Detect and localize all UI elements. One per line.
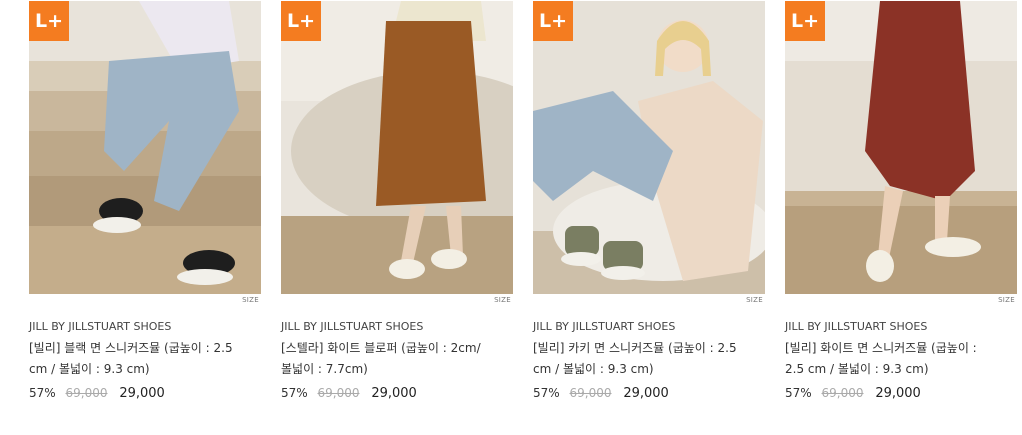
- product-brand[interactable]: JILL BY JILLSTUART SHOES: [785, 320, 927, 333]
- product-image[interactable]: L+: [281, 1, 513, 294]
- product-card[interactable]: L+ SIZE JILL BY JILLSTUART SHOES [빌리] 블랙…: [29, 0, 261, 435]
- product-image[interactable]: L+: [29, 1, 261, 294]
- price-row: 57% 69,000 29,000: [785, 386, 921, 401]
- discount-rate: 57%: [533, 386, 560, 400]
- lplus-badge: L+: [533, 1, 573, 41]
- price-row: 57% 69,000 29,000: [533, 386, 669, 401]
- sale-price: 29,000: [623, 386, 669, 401]
- product-card[interactable]: L+ SIZE JILL BY JILLSTUART SHOES [빌리] 화이…: [785, 0, 1017, 435]
- product-image[interactable]: L+: [785, 1, 1017, 294]
- product-photo-black-sneaker-mule: [29, 1, 261, 294]
- original-price: 69,000: [65, 386, 108, 400]
- product-name[interactable]: [빌리] 블랙 면 스니커즈뮬 (굽높이 : 2.5 cm / 볼넓이 : 9.…: [29, 338, 239, 380]
- discount-rate: 57%: [29, 386, 56, 400]
- sale-price: 29,000: [875, 386, 921, 401]
- product-photo-white-sneaker-mule: [785, 1, 1017, 294]
- original-price: 69,000: [317, 386, 360, 400]
- price-row: 57% 69,000 29,000: [29, 386, 165, 401]
- product-card[interactable]: L+ SIZE JILL BY JILLSTUART SHOES [스텔라] 화…: [281, 0, 513, 435]
- lplus-badge: L+: [281, 1, 321, 41]
- size-label[interactable]: SIZE: [746, 296, 763, 304]
- product-brand[interactable]: JILL BY JILLSTUART SHOES: [281, 320, 423, 333]
- original-price: 69,000: [821, 386, 864, 400]
- lplus-badge: L+: [29, 1, 69, 41]
- lplus-badge: L+: [785, 1, 825, 41]
- sale-price: 29,000: [119, 386, 165, 401]
- price-row: 57% 69,000 29,000: [281, 386, 417, 401]
- discount-rate: 57%: [785, 386, 812, 400]
- product-brand[interactable]: JILL BY JILLSTUART SHOES: [29, 320, 171, 333]
- product-name[interactable]: [빌리] 카키 면 스니커즈뮬 (굽높이 : 2.5 cm / 볼넓이 : 9.…: [533, 338, 743, 380]
- product-image[interactable]: L+: [533, 1, 765, 294]
- discount-rate: 57%: [281, 386, 308, 400]
- original-price: 69,000: [569, 386, 612, 400]
- size-label[interactable]: SIZE: [242, 296, 259, 304]
- product-photo-khaki-sneaker-mule: [533, 1, 765, 294]
- product-photo-white-bloafer: [281, 1, 513, 294]
- size-label[interactable]: SIZE: [998, 296, 1015, 304]
- product-name[interactable]: [빌리] 화이트 면 스니커즈뮬 (굽높이 : 2.5 cm / 볼넓이 : 9…: [785, 338, 995, 380]
- sale-price: 29,000: [371, 386, 417, 401]
- product-card[interactable]: L+ SIZE JILL BY JILLSTUART SHOES [빌리] 카키…: [533, 0, 765, 435]
- size-label[interactable]: SIZE: [494, 296, 511, 304]
- product-name[interactable]: [스텔라] 화이트 블로퍼 (굽높이 : 2cm/볼넓이 : 7.7cm): [281, 338, 491, 380]
- product-brand[interactable]: JILL BY JILLSTUART SHOES: [533, 320, 675, 333]
